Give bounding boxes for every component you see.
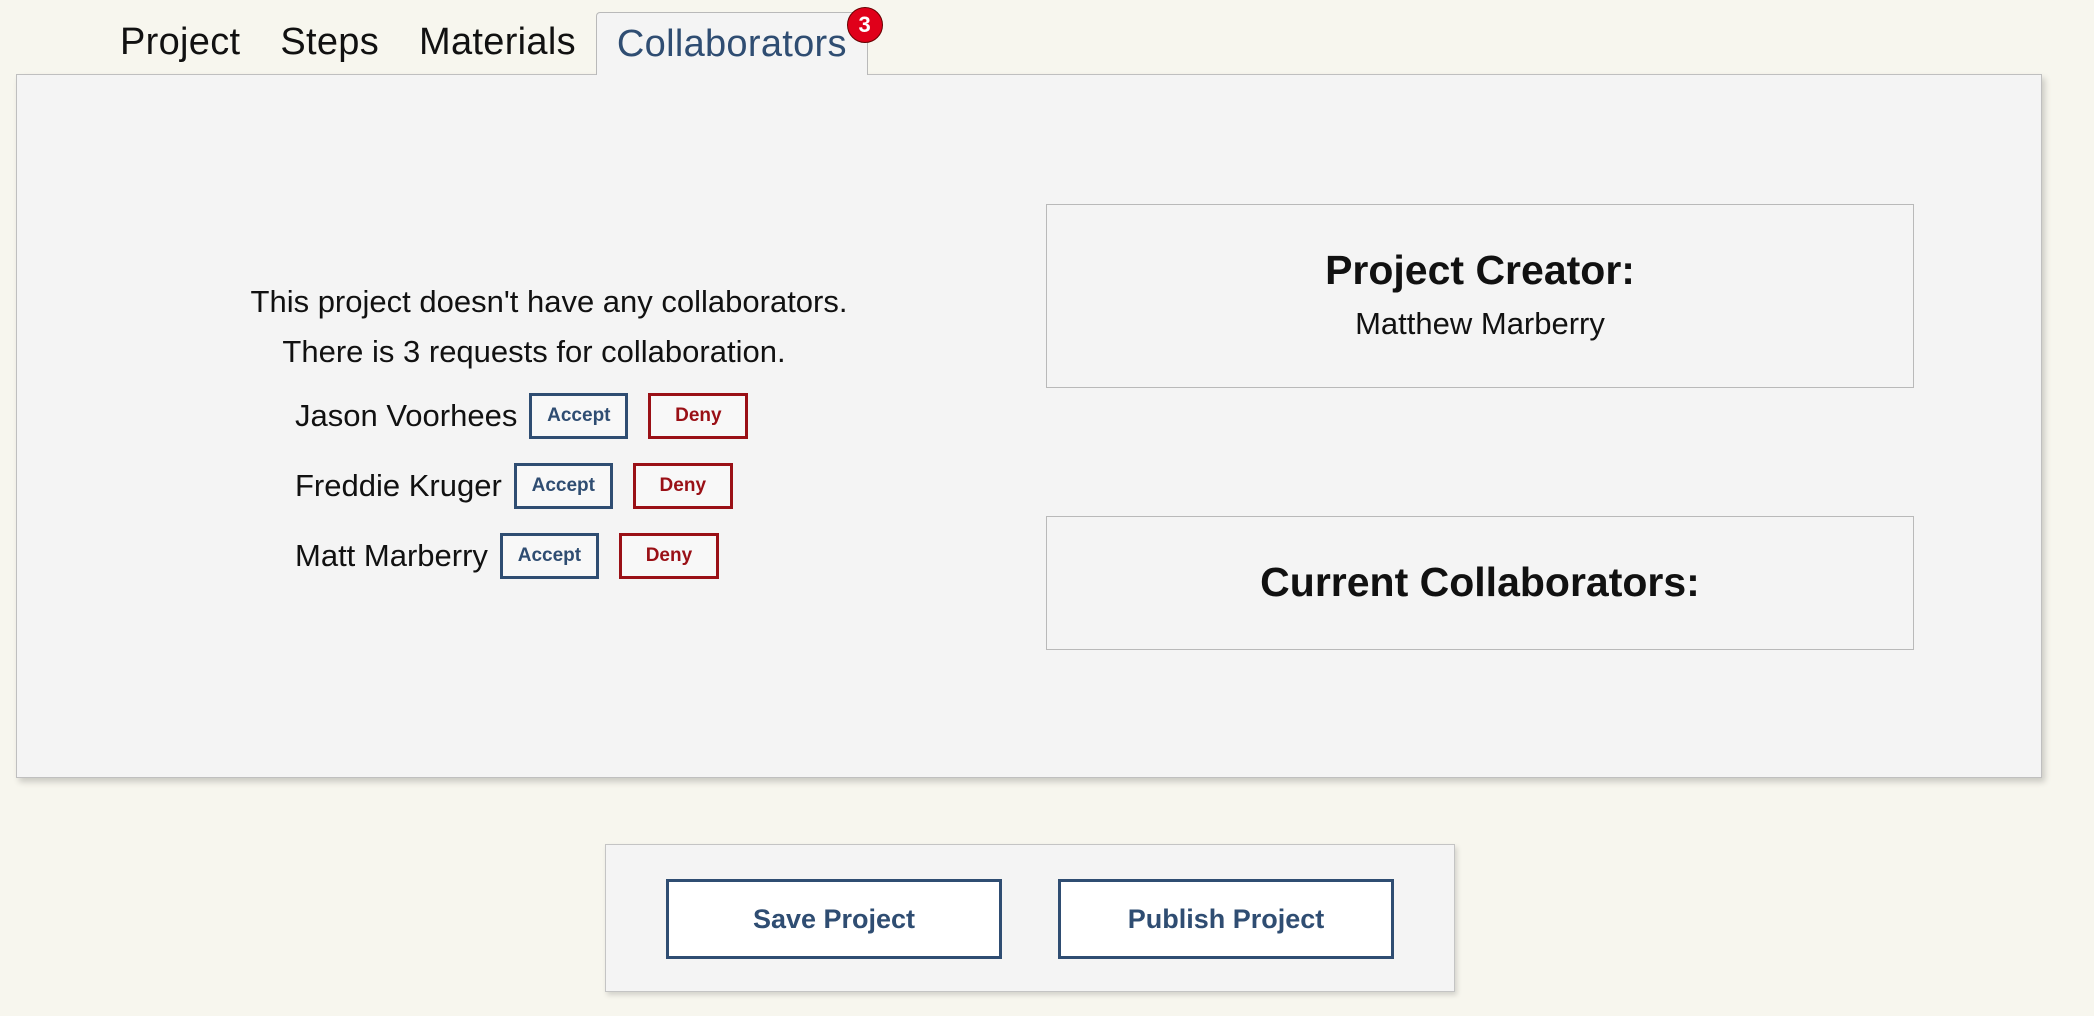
- project-actions-bar: Save Project Publish Project: [605, 844, 1455, 992]
- save-project-button[interactable]: Save Project: [666, 879, 1002, 959]
- tab-materials[interactable]: Materials: [399, 21, 596, 74]
- project-creator-box: Project Creator: Matthew Marberry: [1046, 204, 1914, 388]
- request-row: Freddie Kruger Accept Deny: [295, 451, 849, 521]
- collaboration-requests-section: This project doesn't have any collaborat…: [249, 277, 849, 591]
- request-row: Jason Voorhees Accept Deny: [295, 381, 849, 451]
- deny-button[interactable]: Deny: [632, 463, 733, 509]
- tab-steps[interactable]: Steps: [260, 21, 399, 74]
- tab-project[interactable]: Project: [100, 21, 260, 74]
- tab-collaborators-label: Collaborators: [616, 23, 847, 65]
- no-collaborators-message: This project doesn't have any collaborat…: [250, 284, 848, 319]
- current-collaborators-heading: Current Collaborators:: [1260, 559, 1700, 605]
- deny-button[interactable]: Deny: [618, 533, 719, 579]
- requester-name: Matt Marberry: [295, 538, 488, 573]
- requests-count-message: There is 3 requests for collaboration.: [282, 334, 786, 369]
- tab-bar: Project Steps Materials Collaborators 3: [100, 7, 883, 75]
- accept-button[interactable]: Accept: [499, 533, 599, 579]
- requester-name: Jason Voorhees: [295, 398, 518, 433]
- collaborators-panel: This project doesn't have any collaborat…: [16, 74, 2042, 778]
- notification-badge: 3: [846, 7, 883, 43]
- deny-button[interactable]: Deny: [648, 393, 749, 439]
- accept-button[interactable]: Accept: [513, 463, 613, 509]
- project-creator-name: Matthew Marberry: [1355, 306, 1605, 341]
- request-list: Jason Voorhees Accept Deny Freddie Kruge…: [249, 381, 849, 591]
- publish-project-button[interactable]: Publish Project: [1058, 879, 1394, 959]
- page: Project Steps Materials Collaborators 3 …: [0, 0, 2094, 1016]
- tab-collaborators[interactable]: Collaborators 3: [595, 7, 883, 75]
- current-collaborators-box: Current Collaborators:: [1046, 516, 1914, 650]
- request-row: Matt Marberry Accept Deny: [295, 521, 849, 591]
- accept-button[interactable]: Accept: [529, 393, 629, 439]
- requester-name: Freddie Kruger: [295, 468, 502, 503]
- project-creator-heading: Project Creator:: [1325, 247, 1635, 293]
